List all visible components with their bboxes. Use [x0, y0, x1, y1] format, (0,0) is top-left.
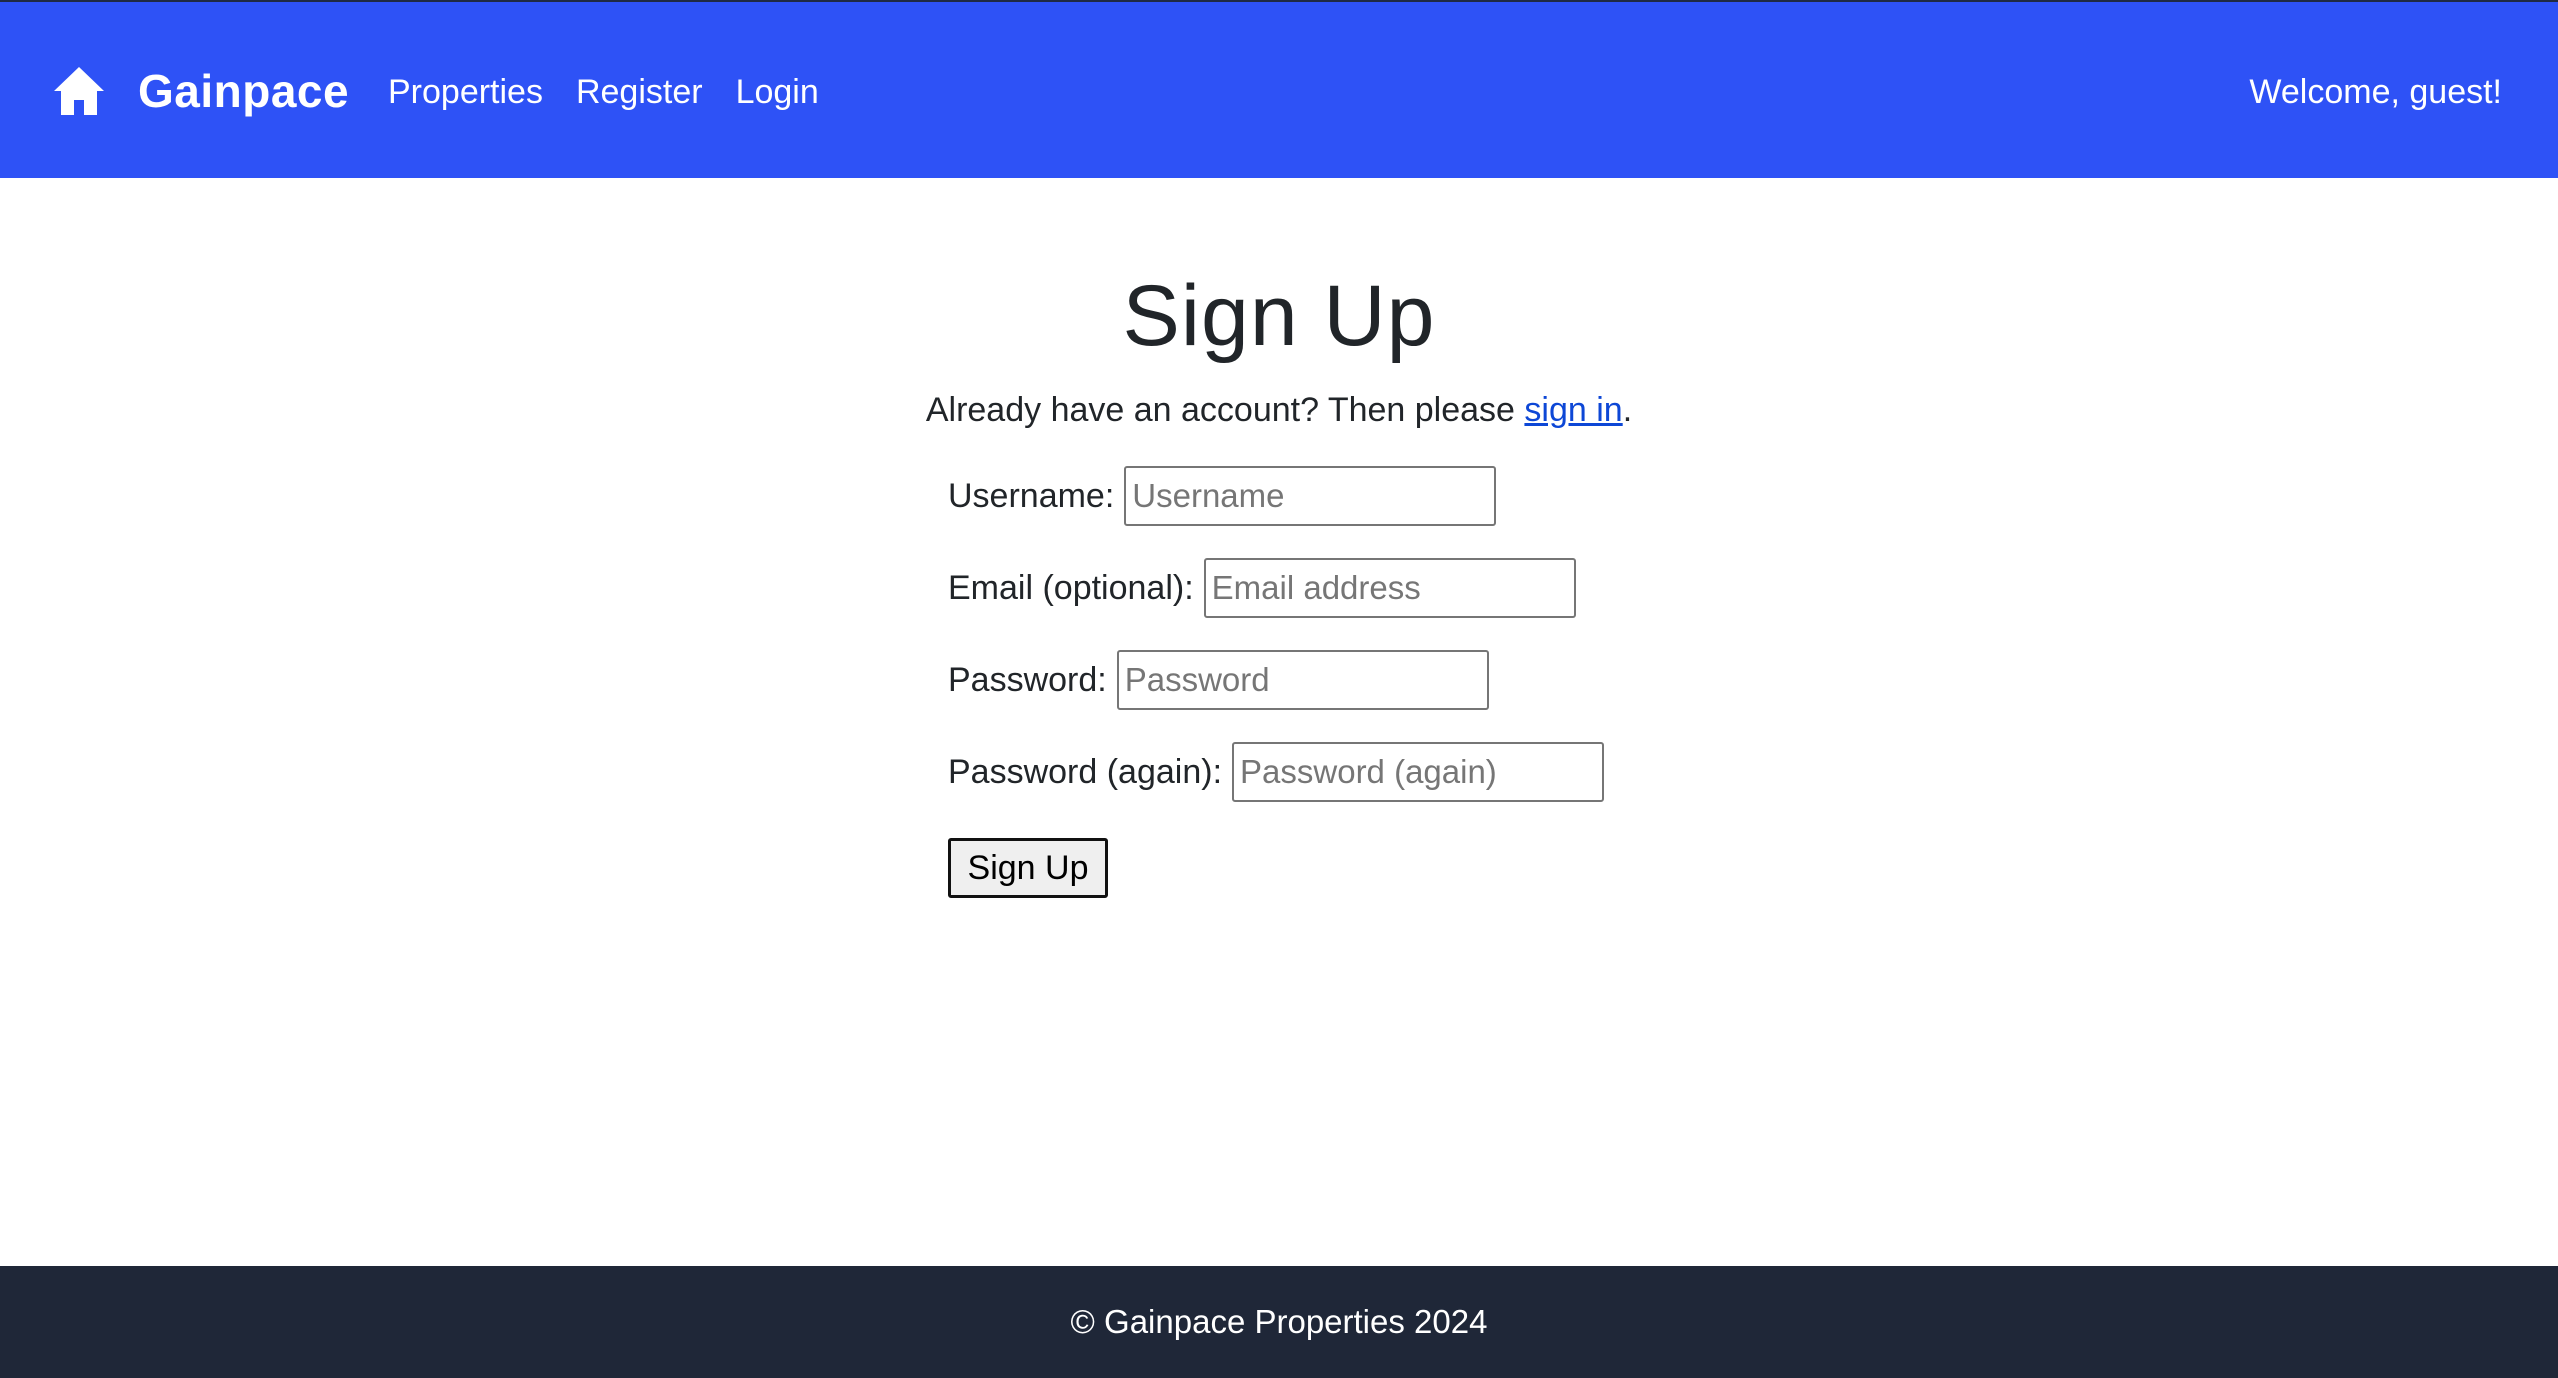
brand-name: Gainpace	[138, 65, 350, 117]
username-input[interactable]	[1124, 466, 1497, 526]
brand-link[interactable]: Gainpace	[52, 54, 349, 128]
password-again-label: Password (again):	[948, 752, 1223, 791]
home-icon	[52, 65, 106, 117]
password-label: Password:	[948, 660, 1107, 699]
email-input[interactable]	[1203, 558, 1576, 618]
form-row-password: Password:	[948, 650, 1604, 710]
welcome-text: Welcome, guest!	[2249, 73, 2502, 111]
signin-prompt: Already have an account? Then please sig…	[0, 388, 2558, 432]
nav-links: Properties Register Login	[388, 62, 852, 122]
nav-link-register[interactable]: Register	[576, 73, 703, 112]
signin-prompt-prefix: Already have an account? Then please	[925, 391, 1525, 429]
username-label: Username:	[948, 476, 1115, 515]
form-row-email: Email (optional):	[948, 558, 1604, 618]
signup-form: Username: Email (optional): Password: Pa…	[948, 466, 1605, 898]
navbar: Gainpace Properties Register Login Welco…	[0, 0, 2558, 178]
nav-link-login[interactable]: Login	[736, 73, 819, 112]
signin-link[interactable]: sign in	[1524, 391, 1622, 429]
footer-copyright: © Gainpace Properties 2024	[1070, 1303, 1488, 1340]
sign-up-button[interactable]: Sign Up	[948, 838, 1108, 898]
email-label: Email (optional):	[948, 568, 1194, 607]
password-again-input[interactable]	[1232, 742, 1605, 802]
form-row-password-again: Password (again):	[948, 742, 1605, 802]
footer: © Gainpace Properties 2024	[0, 1266, 2558, 1378]
page-title: Sign Up	[1122, 268, 1436, 364]
nav-link-properties[interactable]: Properties	[388, 73, 543, 112]
signin-prompt-suffix: .	[1622, 391, 1633, 429]
password-input[interactable]	[1116, 650, 1489, 710]
form-row-username: Username:	[948, 466, 1604, 526]
main-content: Sign Up Already have an account? Then pl…	[0, 178, 2558, 1266]
page: Gainpace Properties Register Login Welco…	[0, 0, 2558, 1378]
